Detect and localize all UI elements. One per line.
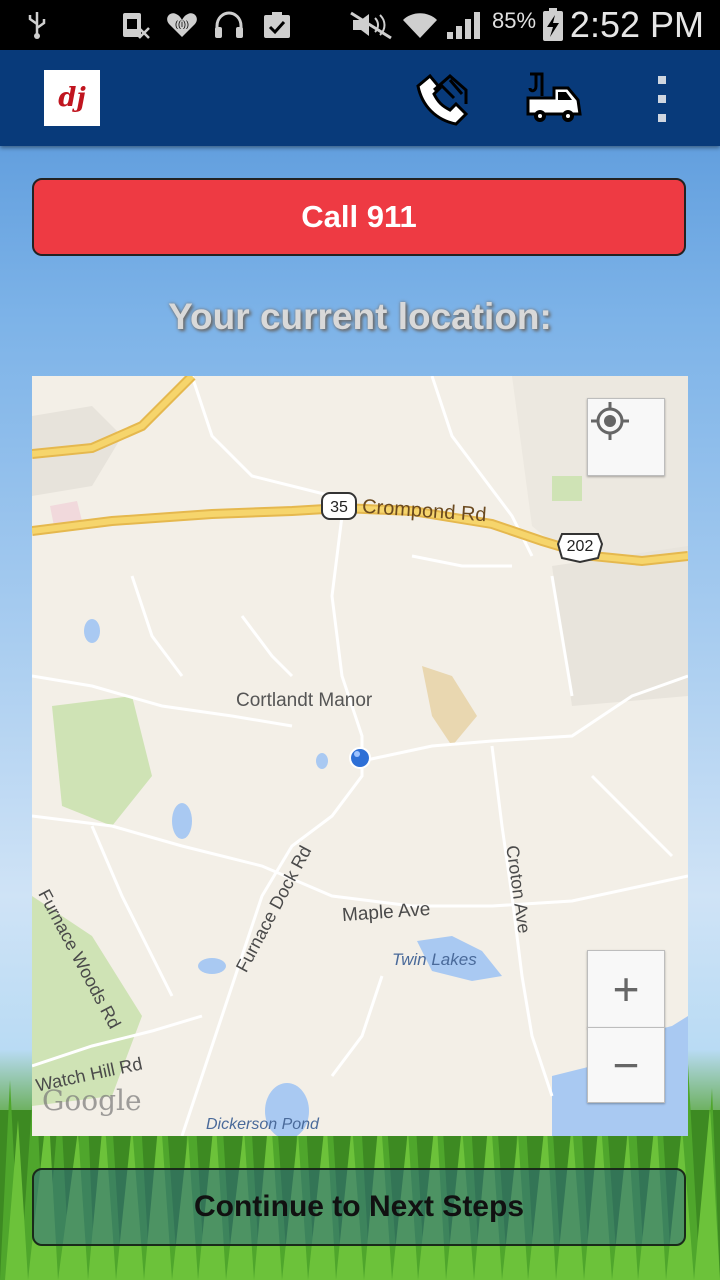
map-view[interactable]: 35 202 Crompond Rd Cortlandt Manor Furna… (32, 376, 688, 1136)
sim-off-icon (118, 10, 152, 40)
phone-icon[interactable] (410, 70, 470, 126)
current-location-marker (349, 747, 371, 769)
logo-text: dj (58, 83, 86, 113)
iheart-icon: ((i)) (164, 10, 200, 40)
zoom-in-button[interactable]: + (587, 950, 665, 1028)
clipboard-check-icon (260, 10, 294, 40)
tow-truck-icon[interactable] (524, 70, 584, 126)
usb-icon (22, 10, 52, 40)
status-bar: ((i)) 85% 2:52 PM (0, 0, 720, 50)
map-label-twin-lakes: Twin Lakes (392, 950, 477, 969)
wifi-icon (400, 10, 440, 40)
google-logo: Google (42, 1084, 142, 1117)
location-heading: Your current location: (168, 296, 552, 337)
app-logo[interactable]: dj (44, 70, 100, 126)
battery-percent: 85% (492, 8, 537, 33)
crosshair-icon (591, 402, 629, 440)
battery-charging-icon (540, 8, 566, 41)
us-202-shield: 202 (567, 538, 594, 555)
route-35-shield: 35 (330, 499, 348, 516)
overflow-menu-icon[interactable] (652, 76, 672, 122)
svg-text:((i)): ((i)) (175, 19, 189, 29)
app-bar: dj (0, 50, 720, 146)
zoom-out-button[interactable]: − (587, 1027, 665, 1103)
continue-button[interactable]: Continue to Next Steps (32, 1168, 686, 1246)
call-911-button[interactable]: Call 911 (32, 178, 686, 256)
clock: 2:52 PM (569, 4, 704, 45)
mute-icon (346, 10, 396, 40)
headphones-icon (212, 10, 246, 40)
my-location-button[interactable] (587, 398, 665, 476)
map-label-cortlandt: Cortlandt Manor (236, 690, 373, 711)
map-label-dickerson: Dickerson Pond (206, 1116, 319, 1133)
signal-icon (444, 10, 484, 40)
